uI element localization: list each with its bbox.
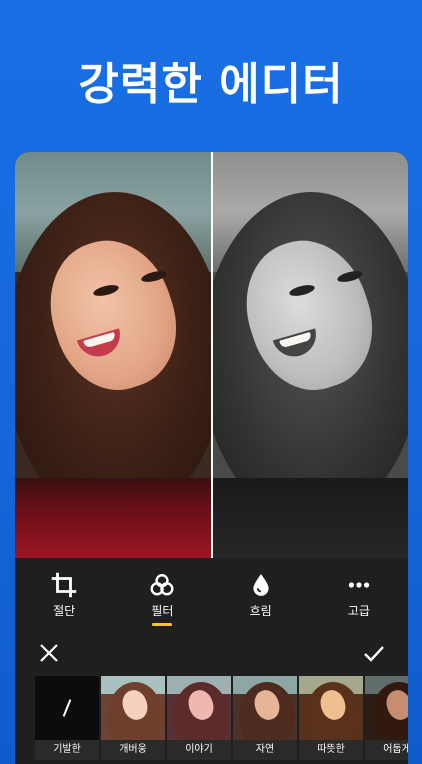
filter-item[interactable]: 따뜻한 — [299, 676, 363, 760]
filter-item[interactable]: 기발한 — [35, 676, 99, 760]
editor-panel: 절단 필터 흐림 고급 기발한 개버웅 이야기 자연 따뜻한 어둡게 — [15, 152, 408, 764]
filter-item[interactable]: 이야기 — [167, 676, 231, 760]
check-icon[interactable] — [362, 641, 386, 665]
close-icon[interactable] — [37, 641, 61, 665]
filter-item[interactable]: 자연 — [233, 676, 297, 760]
filter-thumbnail — [35, 676, 99, 740]
filter-label: 개버웅 — [101, 740, 165, 760]
tool-blur[interactable]: 흐림 — [221, 572, 301, 619]
filter-thumbnail — [299, 676, 363, 740]
crop-icon — [51, 572, 77, 598]
filtered-photo — [213, 152, 408, 558]
tool-label: 고급 — [347, 604, 370, 618]
filter-thumbnail — [167, 676, 231, 740]
tool-label: 절단 — [53, 604, 76, 618]
more-dots-icon — [348, 582, 370, 588]
tool-label: 필터 — [151, 604, 174, 618]
filter-label: 이야기 — [167, 740, 231, 760]
tool-advanced[interactable]: 고급 — [319, 572, 399, 619]
filter-item[interactable]: 개버웅 — [101, 676, 165, 760]
headline: 강력한 에디터 — [78, 59, 344, 110]
filter-thumbnail — [365, 676, 408, 740]
original-photo — [15, 152, 211, 558]
filter-label: 따뜻한 — [299, 740, 363, 760]
blur-drop-icon — [253, 574, 269, 596]
edit-toolbar: 절단 필터 흐림 고급 — [15, 558, 408, 630]
filter-label: 어둡게 — [365, 740, 408, 760]
filter-strip: 기발한 개버웅 이야기 자연 따뜻한 어둡게 — [15, 676, 408, 764]
filter-thumbnail — [101, 676, 165, 740]
filter-item[interactable]: 어둡게 — [365, 676, 408, 760]
filter-label: 자연 — [233, 740, 297, 760]
action-bar — [15, 632, 408, 674]
tool-crop[interactable]: 절단 — [24, 572, 104, 619]
tool-label: 흐림 — [249, 604, 272, 618]
filter-label: 기발한 — [35, 740, 99, 760]
tool-filter[interactable]: 필터 — [122, 572, 202, 626]
filter-icon — [150, 574, 174, 596]
before-after-preview[interactable] — [15, 152, 408, 558]
active-indicator — [152, 623, 173, 626]
filter-thumbnail — [233, 676, 297, 740]
